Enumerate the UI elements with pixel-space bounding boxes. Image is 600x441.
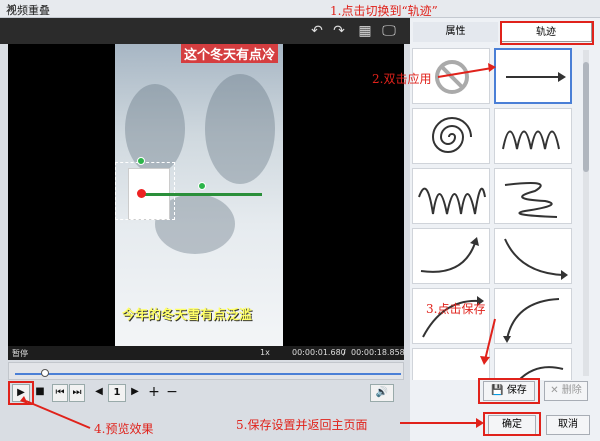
trajectory-grid xyxy=(410,46,590,380)
trajectory-bounce[interactable] xyxy=(412,348,490,380)
grid-icon[interactable]: ▦ xyxy=(356,22,374,40)
remove-button[interactable]: − xyxy=(164,384,180,402)
trajectory-arc-up[interactable] xyxy=(412,228,490,284)
volume-button[interactable]: 🔊 xyxy=(370,384,394,402)
trajectory-curve-left[interactable] xyxy=(494,288,572,344)
annotation-step1: 1.点击切换到“轨迹” xyxy=(330,4,438,18)
trajectory-arc-down[interactable] xyxy=(494,228,572,284)
screen-icon[interactable]: 🖵 xyxy=(378,22,400,40)
scrollbar-thumb[interactable] xyxy=(583,62,589,172)
track-control-point[interactable] xyxy=(198,182,206,190)
trajectory-zigzag[interactable] xyxy=(412,168,490,224)
annotation-box-play xyxy=(8,381,34,405)
undo-icon[interactable]: ↶ xyxy=(308,22,326,40)
next-button[interactable]: ⏭ xyxy=(69,384,85,402)
caption-top: 这个冬天有点冷 xyxy=(181,44,279,63)
caption-bottom: 今年的冬天雪有点泛滥 xyxy=(122,308,253,323)
next-frame-button[interactable]: ▶ xyxy=(128,384,142,402)
delete-button[interactable]: ✕ 删除 xyxy=(544,381,588,401)
annotation-step3: 3.点击保存 xyxy=(426,302,486,316)
annotation-step5: 5.保存设置并返回主页面 xyxy=(236,418,368,432)
trajectory-scrollbar[interactable] xyxy=(583,50,589,376)
total-time: 00:00:18.858 xyxy=(351,348,405,357)
status-bar: 暂停 1x 00:00:01.680 / 00:00:18.858 xyxy=(8,346,405,360)
time-separator: / xyxy=(343,348,346,357)
add-button[interactable]: + xyxy=(146,384,162,402)
trajectory-straight-line[interactable] xyxy=(494,48,572,104)
annotation-box-save xyxy=(478,378,540,404)
title-bar: 视频重叠 × xyxy=(0,0,600,18)
current-time: 00:00:01.680 xyxy=(292,348,346,357)
prev-frame-button[interactable]: ◀ xyxy=(92,384,106,402)
trajectory-rise[interactable] xyxy=(494,348,572,380)
cancel-button[interactable]: 取消 xyxy=(546,415,590,435)
annotation-step2: 2.双击应用 xyxy=(372,72,432,86)
timeline-handle[interactable] xyxy=(41,369,49,377)
tab-properties-label: 属性 xyxy=(445,26,466,37)
motion-track-path[interactable] xyxy=(142,193,262,196)
trajectory-coil[interactable] xyxy=(494,168,572,224)
preview-toolbar: ↶ ↷ ▦ 🖵 xyxy=(0,18,410,44)
frame-number-input[interactable]: 1 xyxy=(108,384,126,402)
annotation-box-ok xyxy=(483,412,541,436)
redo-icon[interactable]: ↷ xyxy=(330,22,348,40)
annotation-step4: 4.预览效果 xyxy=(94,422,154,436)
delete-button-label: 删除 xyxy=(561,385,582,396)
stop-button[interactable]: ■ xyxy=(33,384,47,402)
close-button[interactable]: × xyxy=(6,1,594,16)
trajectory-wave-vertical[interactable] xyxy=(494,108,572,164)
annotation-box-tab xyxy=(500,21,594,45)
prev-button[interactable]: ⏮ xyxy=(52,384,68,402)
track-start-point[interactable] xyxy=(137,189,146,198)
timeline-slider[interactable] xyxy=(8,362,404,380)
tab-properties[interactable]: 属性 xyxy=(413,22,498,42)
rotate-handle[interactable] xyxy=(137,157,145,165)
trajectory-spiral[interactable] xyxy=(412,108,490,164)
play-state-label: 暂停 xyxy=(12,349,28,358)
zoom-label: 1x xyxy=(260,348,270,357)
